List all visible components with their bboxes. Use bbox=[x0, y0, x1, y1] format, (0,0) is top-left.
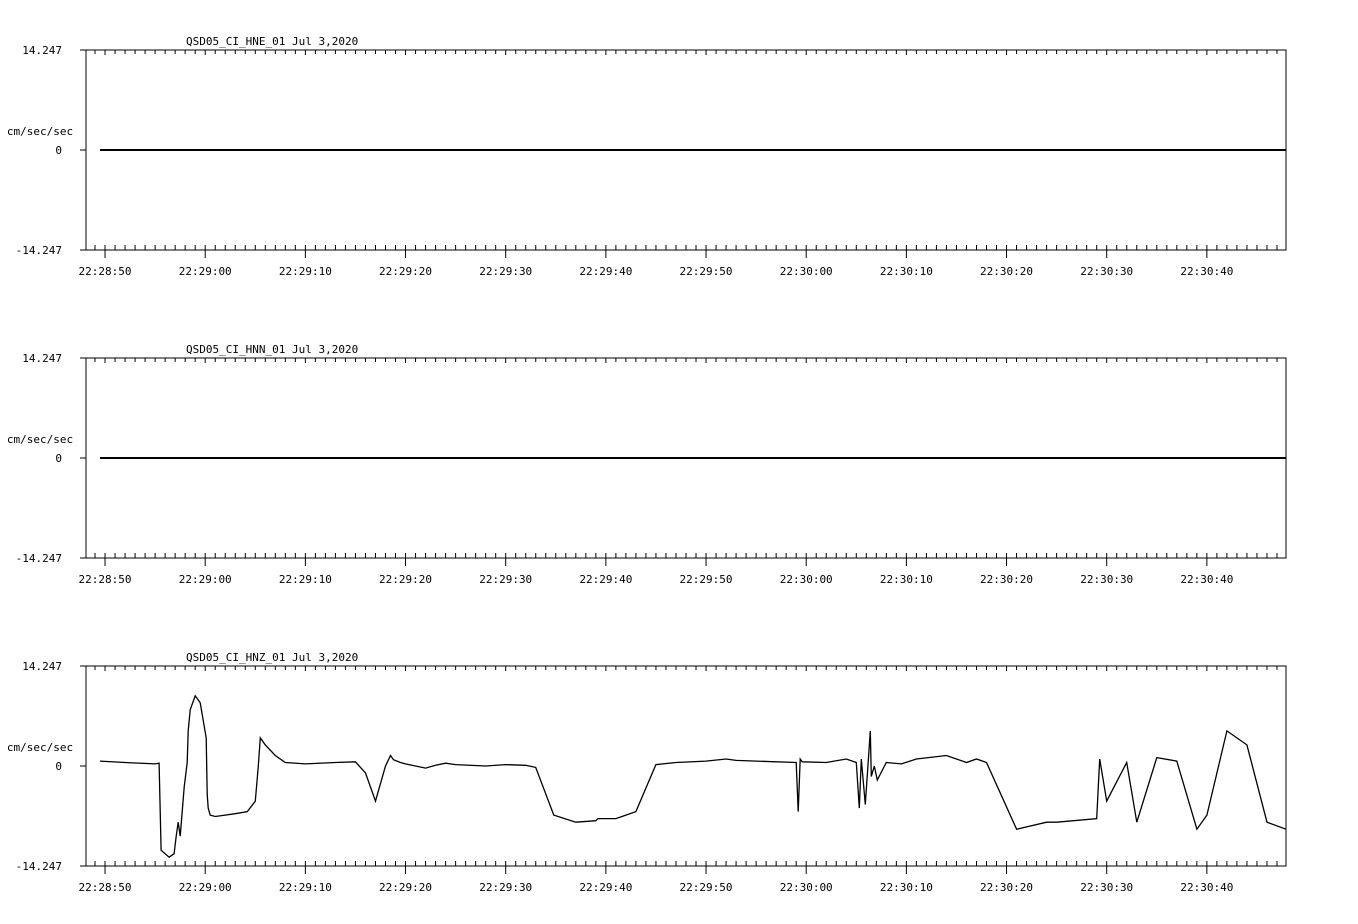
y-tick-label: 14.247 bbox=[22, 44, 62, 57]
x-tick-label: 22:30:00 bbox=[780, 573, 833, 586]
waveform-panel: QSD05_CI_HNN_01 Jul 3,2020 14.247 0 -14.247… bbox=[7, 343, 1287, 586]
waveform-trace bbox=[99, 694, 1287, 859]
x-tick-label: 22:28:50 bbox=[79, 881, 132, 894]
x-tick-label: 22:30:40 bbox=[1180, 265, 1233, 278]
x-tick-label: 22:30:00 bbox=[780, 265, 833, 278]
y-tick-label: -14.247 bbox=[16, 860, 62, 873]
y-axis-label: cm/sec/sec bbox=[7, 433, 73, 446]
x-tick-label: 22:30:30 bbox=[1080, 573, 1133, 586]
y-tick-label: 0 bbox=[55, 452, 62, 465]
x-tick-label: 22:29:50 bbox=[680, 573, 733, 586]
x-tick-label: 22:30:10 bbox=[880, 881, 933, 894]
chart-title: QSD05_CI_HNZ_01 Jul 3,2020 bbox=[186, 651, 358, 664]
chart-title: QSD05_CI_HNE_01 Jul 3,2020 bbox=[186, 35, 358, 48]
x-tick-label: 22:30:40 bbox=[1180, 573, 1233, 586]
x-tick-label: 22:30:20 bbox=[980, 265, 1033, 278]
x-tick-label: 22:29:00 bbox=[179, 265, 232, 278]
y-tick-label: -14.247 bbox=[16, 552, 62, 565]
waveform-panel: QSD05_CI_HNE_01 Jul 3,2020 14.247 0 -14.247… bbox=[7, 35, 1287, 278]
y-tick-label: 14.247 bbox=[22, 352, 62, 365]
x-tick-label: 22:29:50 bbox=[680, 265, 733, 278]
x-tick-label: 22:29:20 bbox=[379, 573, 432, 586]
chart-title: QSD05_CI_HNN_01 Jul 3,2020 bbox=[186, 343, 358, 356]
x-tick-label: 22:29:00 bbox=[179, 881, 232, 894]
x-tick-label: 22:29:40 bbox=[579, 881, 632, 894]
x-tick-label: 22:29:10 bbox=[279, 265, 332, 278]
x-tick-label: 22:30:30 bbox=[1080, 265, 1133, 278]
x-tick-label: 22:29:30 bbox=[479, 265, 532, 278]
y-tick-label: 0 bbox=[55, 144, 62, 157]
y-tick-label: 0 bbox=[55, 760, 62, 773]
x-tick-label: 22:28:50 bbox=[79, 265, 132, 278]
x-tick-label: 22:29:20 bbox=[379, 881, 432, 894]
x-tick-label: 22:30:10 bbox=[880, 265, 933, 278]
x-tick-label: 22:30:00 bbox=[780, 881, 833, 894]
y-axis-label: cm/sec/sec bbox=[7, 125, 73, 138]
x-tick-label: 22:29:20 bbox=[379, 265, 432, 278]
x-tick-label: 22:29:10 bbox=[279, 881, 332, 894]
plot-frame bbox=[85, 665, 1287, 867]
x-tick-label: 22:28:50 bbox=[79, 573, 132, 586]
x-tick-label: 22:30:40 bbox=[1180, 881, 1233, 894]
y-tick-label: -14.247 bbox=[16, 244, 62, 257]
x-tick-label: 22:30:20 bbox=[980, 881, 1033, 894]
x-tick-label: 22:30:20 bbox=[980, 573, 1033, 586]
x-tick-label: 22:29:00 bbox=[179, 573, 232, 586]
x-tick-label: 22:29:40 bbox=[579, 265, 632, 278]
x-tick-label: 22:30:10 bbox=[880, 573, 933, 586]
x-tick-label: 22:29:40 bbox=[579, 573, 632, 586]
y-tick-label: 14.247 bbox=[22, 660, 62, 673]
x-tick-label: 22:29:10 bbox=[279, 573, 332, 586]
x-tick-label: 22:29:30 bbox=[479, 881, 532, 894]
x-tick-label: 22:29:30 bbox=[479, 573, 532, 586]
y-axis-label: cm/sec/sec bbox=[7, 741, 73, 754]
waveform-plots: QSD05_CI_HNE_01 Jul 3,2020 14.247 0 -14.247… bbox=[7, 35, 1287, 894]
x-tick-label: 22:29:50 bbox=[680, 881, 733, 894]
x-tick-label: 22:30:30 bbox=[1080, 881, 1133, 894]
waveform-panel: QSD05_CI_HNZ_01 Jul 3,2020 14.247 0 -14.247… bbox=[7, 651, 1287, 894]
